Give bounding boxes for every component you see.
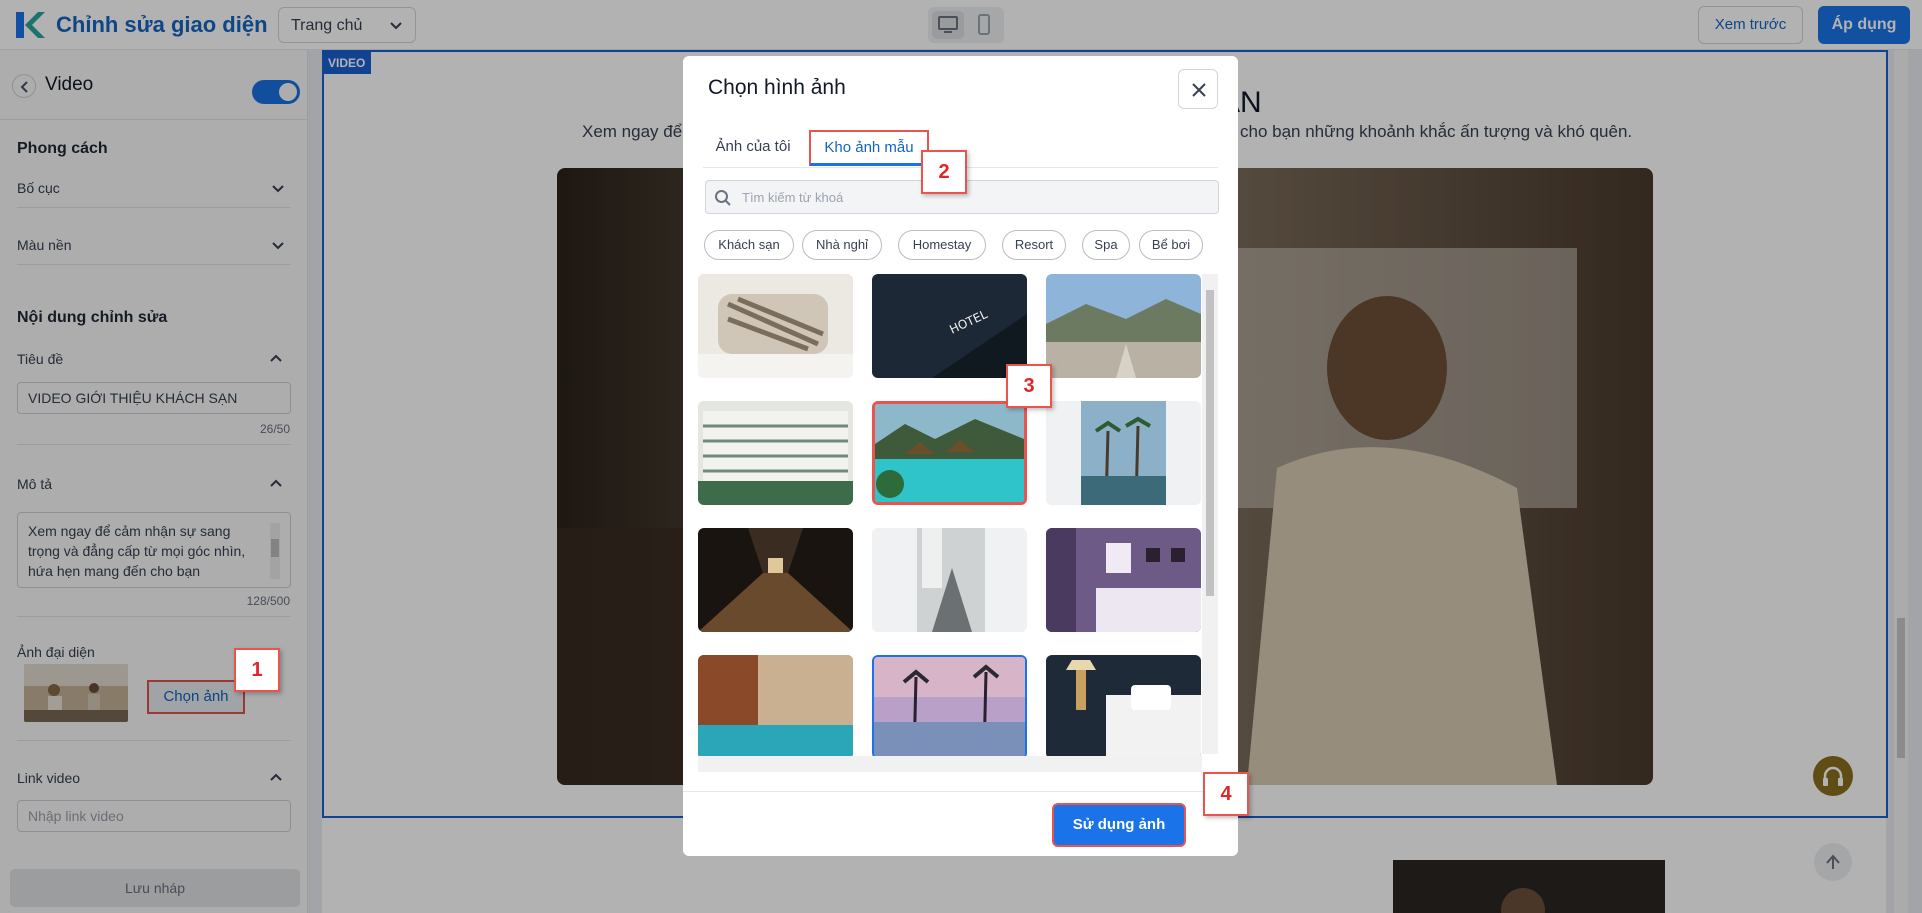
- image-tile[interactable]: [698, 401, 853, 505]
- modal-backdrop-top: [0, 0, 1922, 50]
- image-tile[interactable]: [1046, 655, 1201, 759]
- grid-vertical-scrollbar[interactable]: [1202, 274, 1218, 754]
- chip-homestay[interactable]: Homestay: [898, 230, 986, 260]
- chip-resort[interactable]: Resort: [1002, 230, 1066, 260]
- image-tile-selected[interactable]: [872, 401, 1027, 505]
- image-tile[interactable]: [698, 274, 853, 378]
- callout-2: 2: [921, 150, 967, 194]
- use-image-button[interactable]: Sử dụng ảnh: [1052, 803, 1186, 847]
- chip-khach-san[interactable]: Khách sạn: [704, 230, 794, 260]
- image-tile[interactable]: HOTEL: [872, 274, 1027, 378]
- chip-spa[interactable]: Spa: [1082, 230, 1130, 260]
- image-tile[interactable]: [872, 528, 1027, 632]
- tab-sample-library[interactable]: Kho ảnh mẫu: [809, 130, 929, 166]
- grid-horizontal-scrollbar[interactable]: [698, 756, 1202, 772]
- image-tile[interactable]: [1046, 274, 1201, 378]
- image-tile[interactable]: [698, 655, 853, 759]
- callout-3: 3: [1006, 364, 1052, 408]
- modal-backdrop-left: [0, 50, 308, 913]
- image-tile[interactable]: [1046, 401, 1201, 505]
- image-tile-selected-blue[interactable]: [872, 655, 1027, 759]
- chip-nha-nghi[interactable]: Nhà nghỉ: [802, 230, 882, 260]
- image-grid: HOTEL: [698, 274, 1218, 772]
- image-tile[interactable]: [698, 528, 853, 632]
- callout-1: 1: [234, 648, 280, 692]
- tab-my-images[interactable]: Ảnh của tôi: [703, 126, 803, 168]
- search-placeholder: Tìm kiếm từ khoá: [742, 190, 844, 205]
- image-tile[interactable]: [1046, 528, 1201, 632]
- modal-title: Chọn hình ảnh: [708, 76, 846, 99]
- callout-4: 4: [1203, 772, 1249, 816]
- chip-be-boi[interactable]: Bể bơi: [1139, 230, 1203, 260]
- close-icon[interactable]: [1178, 69, 1218, 109]
- search-icon: [714, 189, 732, 207]
